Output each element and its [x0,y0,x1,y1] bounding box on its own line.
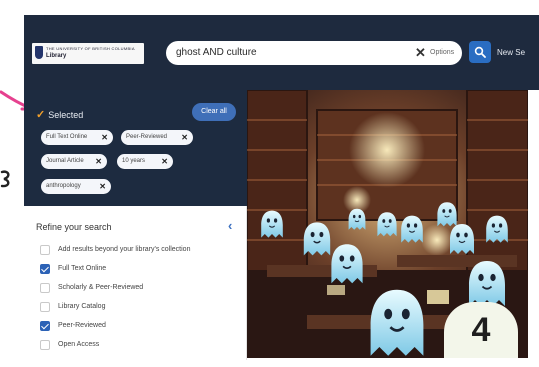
facet-label: Add results beyond your library's collec… [58,246,191,253]
facet-label: Full Text Online [58,265,107,272]
step-number: 4 [471,311,491,349]
filter-chip-label: anthropology [46,183,81,189]
annotation-mark-icon [0,170,10,188]
logo-university-text: THE UNIVERSITY OF BRITISH COLUMBIA [46,46,135,51]
facet-label: Scholarly & Peer-Reviewed [58,284,144,291]
facet-label: Open Access [58,341,100,348]
search-icon [474,46,486,58]
remove-filter-icon[interactable]: ✕ [101,130,108,145]
refine-title: Refine your search [36,222,112,232]
collapse-panel-icon[interactable]: ‹ [228,218,232,233]
refine-panel: Refine your search ‹ Add results beyond … [24,206,247,360]
filter-chip[interactable]: Full Text Online ✕ [41,130,113,145]
remove-filter-icon[interactable]: ✕ [181,130,188,145]
crest-icon [35,46,43,59]
filter-chip-label: 10 years [122,158,146,164]
filter-chip-label: Full Text Online [46,134,88,140]
step-number-badge: 4 [444,302,518,358]
search-button[interactable] [469,41,491,63]
filter-chip[interactable]: 10 years ✕ [117,154,173,169]
screenshot: THE UNIVERSITY OF BRITISH COLUMBIA Libra… [0,0,539,367]
facet-label: Peer-Reviewed [58,322,106,329]
checkbox-checked[interactable] [40,321,50,331]
search-options-button[interactable]: Options [430,49,454,56]
selected-title: Selected [48,110,84,120]
selected-filters-panel: ✓ Selected Clear all Full Text Online ✕ Pe… [24,90,247,206]
selected-heading: ✓ Selected [36,108,83,121]
checkbox[interactable] [40,283,50,293]
checkbox[interactable] [40,340,50,350]
clear-search-icon[interactable]: ✕ [415,45,426,61]
filter-chip[interactable]: anthropology ✕ [41,179,111,194]
checkbox-checked[interactable] [40,264,50,274]
new-search-link[interactable]: New Se [497,48,525,57]
clear-all-button[interactable]: Clear all [192,103,236,121]
checkbox[interactable] [40,245,50,255]
filter-chip[interactable]: Peer-Reviewed ✕ [121,130,193,145]
app-header: THE UNIVERSITY OF BRITISH COLUMBIA Libra… [24,15,539,90]
remove-filter-icon[interactable]: ✕ [161,154,168,169]
search-input[interactable]: ghost AND culture ✕ Options [166,41,462,65]
remove-filter-icon[interactable]: ✕ [99,179,106,194]
facet-label: Library Catalog [58,303,106,310]
library-logo[interactable]: THE UNIVERSITY OF BRITISH COLUMBIA Libra… [32,43,144,64]
checkbox[interactable] [40,302,50,312]
filter-chip[interactable]: Journal Article ✕ [41,154,107,169]
checkmark-icon: ✓ [36,109,46,121]
filter-chip-label: Peer-Reviewed [126,134,168,140]
remove-filter-icon[interactable]: ✕ [95,154,102,169]
filter-chip-label: Journal Article [46,158,84,164]
search-query-text[interactable]: ghost AND culture [176,47,257,58]
logo-library-text: Library [46,53,67,59]
